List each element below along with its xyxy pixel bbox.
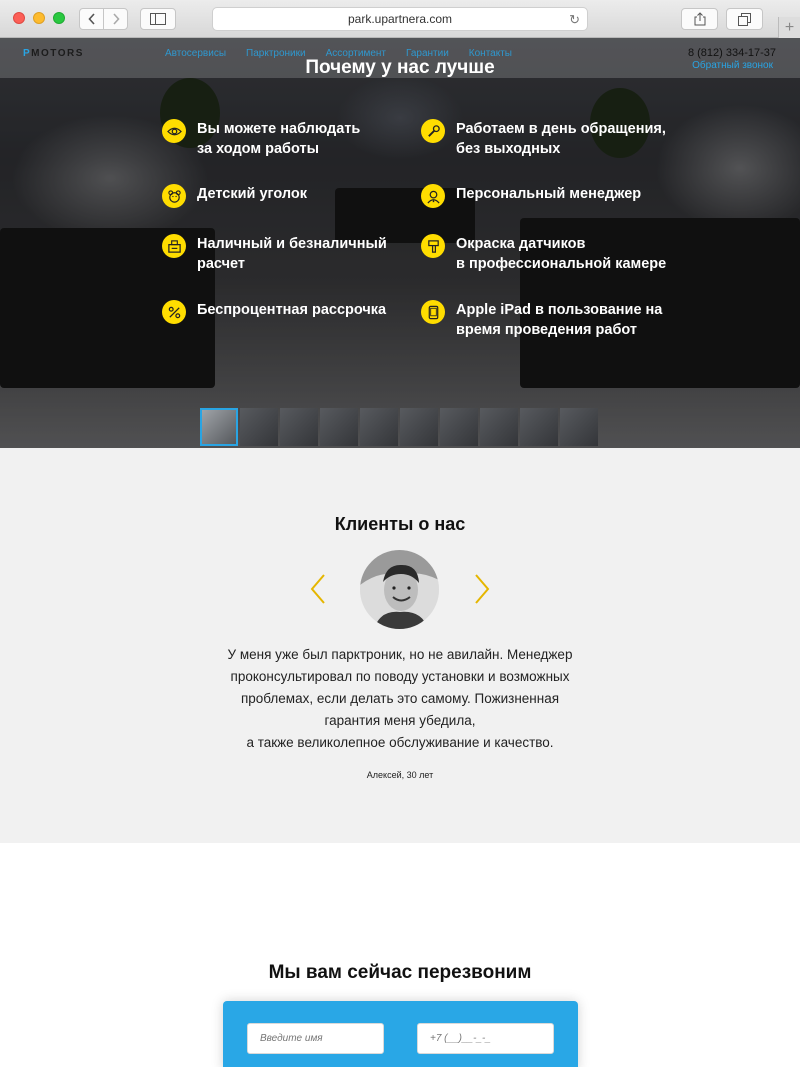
wrench-icon [421,119,445,143]
chevron-right-icon[interactable] [472,572,492,606]
name-input[interactable] [247,1023,384,1054]
share-button[interactable] [681,8,718,30]
teddy-bear-icon [162,184,186,208]
feature-line: Окраска датчиков [456,236,586,252]
feature-item: Наличный и безналичный расчет [162,234,387,274]
manager-icon [421,184,445,208]
reload-icon[interactable]: ↻ [569,12,580,28]
feature-item: Вы можете наблюдать за ходом работы [162,119,360,159]
address-bar[interactable]: park.upartnera.com ↻ [212,7,588,31]
phone-input[interactable] [417,1023,554,1054]
feature-line: в профессиональной камере [456,256,667,272]
gallery-thumbnail[interactable] [480,408,518,446]
percent-icon [162,300,186,324]
zoom-window-button[interactable] [53,12,65,24]
gallery-thumbnail[interactable] [400,408,438,446]
avatar [360,550,439,629]
feature-item: Персональный менеджер [421,184,641,208]
gallery-thumbnail[interactable] [360,408,398,446]
reviews-section: Клиенты о нас У меня уже был парктроник,… [0,448,800,843]
sidebar-toggle-button[interactable] [140,8,176,30]
review-author: Алексей, 30 лет [366,770,434,780]
reviews-title: Клиенты о нас [334,514,466,534]
cash-register-icon [162,234,186,258]
feature-line: Персональный менеджер [456,186,642,202]
feature-line: Работаем в день обращения, [456,121,666,137]
gallery-thumbnail[interactable] [240,408,278,446]
feature-line: расчет [197,256,246,272]
feature-line: Apple iPad в пользование на [456,302,663,318]
eye-icon [162,119,186,143]
feature-item: Работаем в день обращения, без выходных [421,119,666,159]
gallery-thumbnail[interactable] [320,408,358,446]
browser-toolbar: park.upartnera.com ↻ + [0,0,800,38]
share-icon [694,12,705,26]
tablet-icon [421,300,445,324]
hero-section: PMOTORS Автосервисы Парктроники Ассортим… [0,38,800,448]
feature-line: Детский уголок [197,186,308,202]
gallery-thumbnail[interactable] [520,408,558,446]
gallery-thumbnail[interactable] [280,408,318,446]
feature-item: Apple iPad в пользование на время проведе… [421,300,662,340]
new-tab-button[interactable]: + [778,17,800,38]
back-button[interactable] [79,8,104,30]
gallery-thumbnail[interactable] [560,408,598,446]
feature-item: Окраска датчиков в профессиональной камер… [421,234,666,274]
gallery-thumbnails [200,408,598,446]
gallery-thumbnail[interactable] [440,408,478,446]
spray-gun-icon [421,234,445,258]
review-text: У меня уже был парктроник, но не авилайн… [227,647,573,750]
gallery-thumbnail[interactable] [200,408,238,446]
feature-line: Беспроцентная рассрочка [197,302,387,318]
feature-line: Вы можете наблюдать [197,121,361,137]
feature-line: Наличный и безналичный [197,236,387,252]
close-window-button[interactable] [13,12,25,24]
feature-item: Детский уголок [162,184,307,208]
chevron-right-icon [112,13,120,25]
show-tabs-button[interactable] [726,8,763,30]
feature-line: время проведения работ [456,322,638,338]
feature-line: за ходом работы [197,141,319,157]
chevron-left-icon [87,13,95,25]
feature-line: без выходных [456,141,561,157]
forward-button[interactable] [103,8,128,30]
minimize-window-button[interactable] [33,12,45,24]
callback-title: Мы вам сейчас перезвоним [268,962,532,983]
callback-form [223,1001,578,1067]
sidebar-icon [150,13,166,25]
hero-title: Почему у нас лучше [305,57,495,78]
feature-item: Беспроцентная рассрочка [162,300,386,324]
chevron-left-icon[interactable] [308,572,328,606]
url-text: park.upartnera.com [347,12,453,26]
tabs-icon [738,12,751,26]
